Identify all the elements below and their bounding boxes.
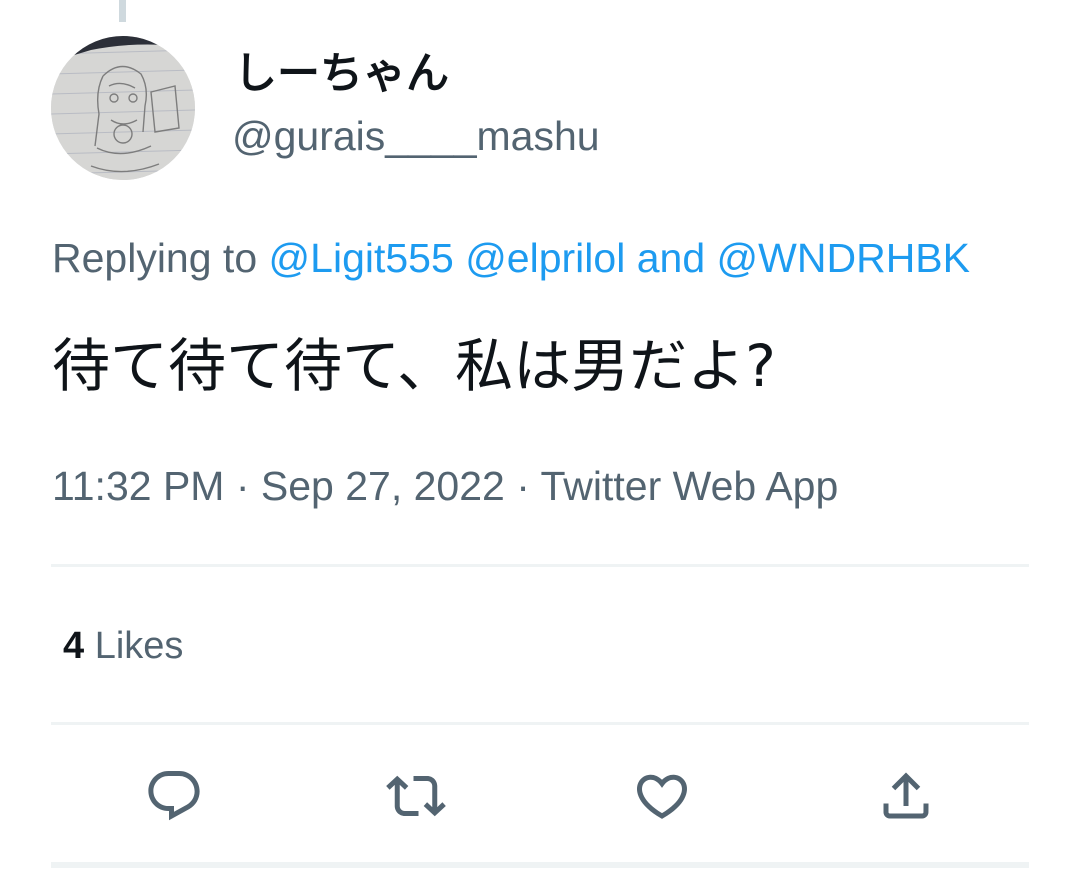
avatar[interactable] [51,36,195,180]
likes-count[interactable]: 4 Likes [63,622,183,670]
divider [51,722,1029,725]
heart-icon [636,774,688,819]
replying-to-line: Replying to @Ligit555 @elprilol and @WND… [52,233,970,283]
tweet-text: 待て待て待て、私は男だよ? [52,332,776,400]
mention-link-wndrhbk[interactable]: @WNDRHBK [717,235,970,281]
avatar-sketch-image [51,36,195,180]
mention-link-ligit555[interactable]: @Ligit555 [269,235,454,281]
display-name[interactable]: しーちゃん [234,46,449,102]
tweet-timestamp-source[interactable]: 11:32 PM · Sep 27, 2022 · Twitter Web Ap… [52,461,838,511]
divider [51,862,1029,868]
share-button[interactable] [876,766,936,826]
retweet-button[interactable] [386,766,446,826]
user-handle[interactable]: @gurais____mashu [232,111,600,161]
likes-label: Likes [94,625,184,667]
likes-number: 4 [63,625,85,667]
replying-to-label: Replying to [52,235,258,281]
share-icon [883,772,929,819]
reply-button[interactable] [144,766,204,826]
mention-link-elprilol[interactable]: @elprilol [465,235,625,281]
divider [51,564,1029,567]
retweet-icon [386,775,446,817]
like-button[interactable] [632,766,692,826]
reply-icon [148,771,200,821]
thread-connector-line [119,0,126,22]
replying-to-conjunction: and [636,235,706,281]
